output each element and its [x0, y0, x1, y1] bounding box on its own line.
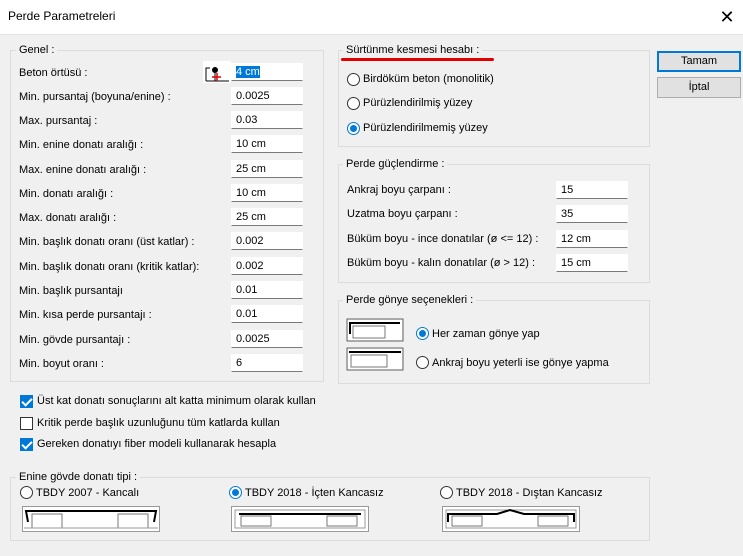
radio-label[interactable]: Her zaman gönye yap [432, 328, 540, 340]
min-govde-pursantaji-input[interactable]: 0.0025 [231, 330, 303, 348]
min-donati-araligi-input[interactable]: 10 cm [231, 184, 303, 202]
ankraj-boyu-yeterli-radio[interactable] [416, 356, 429, 369]
checkbox-label[interactable]: Kritik perde başlık uzunluğunu tüm katla… [37, 417, 280, 429]
ankraj-boyu-carpani-input[interactable]: 15 [556, 181, 628, 199]
min-boyut-orani-input[interactable]: 6 [231, 354, 303, 372]
field-label: Max. donatı aralığı : [19, 212, 116, 224]
field-label: Büküm boyu - ince donatılar (ø <= 12) : [347, 233, 538, 245]
ust-kat-donati-checkbox[interactable] [20, 395, 33, 408]
close-button[interactable]: ✕ [714, 4, 740, 30]
field-label: Min. başlık donatı oranı (kritik katlar)… [19, 261, 199, 273]
cancel-button[interactable]: İptal [657, 77, 741, 98]
birdokum-radio[interactable] [347, 73, 360, 86]
radio-label[interactable]: Birdöküm beton (monolitik) [363, 73, 494, 85]
inner-unhooked-rebar-icon [231, 506, 369, 532]
field-label: Uzatma boyu çarpanı : [347, 208, 458, 220]
field-label: Ankraj boyu çarpanı : [347, 184, 451, 196]
cover-info-icon[interactable] [203, 61, 231, 83]
her-zaman-gonye-radio[interactable] [416, 327, 429, 340]
field-label: Min. pursantaj (boyuna/enine) : [19, 91, 171, 103]
max-donati-araligi-input[interactable]: 25 cm [231, 208, 303, 226]
field-label: Max. pursantaj : [19, 115, 97, 127]
genel-legend: Genel : [16, 44, 57, 56]
field-label: Min. kısa perde pursantajı : [19, 309, 152, 321]
field-label: Min. donatı aralığı : [19, 188, 113, 200]
enine-legend: Enine gövde donatı tipi : [16, 471, 140, 483]
radio-label[interactable]: Pürüzlendirilmiş yüzey [363, 97, 472, 109]
min-baslik-donati-orani-kritik-input[interactable]: 0.002 [231, 257, 303, 275]
field-label: Min. başlık pursantajı [19, 285, 123, 297]
field-label: Büküm boyu - kalın donatılar (ø > 12) : [347, 257, 535, 269]
puruzlendirilmis-radio[interactable] [347, 97, 360, 110]
puruzlendirilmemis-radio[interactable] [347, 122, 360, 135]
close-icon: ✕ [719, 7, 734, 27]
tbdy-2007-radio[interactable] [20, 486, 33, 499]
min-baslik-pursantaji-input[interactable]: 0.01 [231, 281, 303, 299]
radio-label[interactable]: TBDY 2007 - Kancalı [36, 487, 139, 499]
field-label: Min. gövde pursantajı : [19, 334, 130, 346]
tbdy-2018-distan-radio[interactable] [440, 486, 453, 499]
title-bar: Perde Parametreleri ✕ [0, 0, 743, 34]
dialog-body: Genel : Beton örtüsü : 4 cm Min. pursant… [0, 34, 743, 556]
ok-button[interactable]: Tamam [657, 51, 741, 72]
radio-label[interactable]: TBDY 2018 - İçten Kancasız [245, 487, 384, 499]
surtunme-legend: Sürtünme kesmesi hesabı : [343, 44, 482, 56]
fiber-modeli-checkbox[interactable] [20, 438, 33, 451]
tbdy-2018-icten-radio[interactable] [229, 486, 242, 499]
gonye-legend: Perde gönye seçenekleri : [343, 294, 476, 306]
kritik-perde-baslik-checkbox[interactable] [20, 417, 33, 430]
highlight-underline [341, 58, 494, 61]
hooked-rebar-icon [22, 506, 160, 532]
field-label: Max. enine donatı aralığı : [19, 164, 146, 176]
radio-label[interactable]: TBDY 2018 - Dıştan Kancasız [456, 487, 603, 499]
field-label: Beton örtüsü : [19, 67, 88, 79]
min-pursantaj-input[interactable]: 0.0025 [231, 87, 303, 105]
checkbox-label[interactable]: Gereken donatıyı fiber modeli kullanarak… [37, 438, 276, 450]
min-kisa-perde-pursantaji-input[interactable]: 0.01 [231, 305, 303, 323]
window-title: Perde Parametreleri [8, 9, 115, 23]
max-pursantaj-input[interactable]: 0.03 [231, 111, 303, 129]
uzatma-boyu-carpani-input[interactable]: 35 [556, 205, 628, 223]
field-label: Min. boyut oranı : [19, 358, 104, 370]
beton-ortusu-input[interactable]: 4 cm [231, 63, 303, 81]
field-label: Min. başlık donatı oranı (üst katlar) : [19, 236, 194, 248]
outer-unhooked-rebar-icon [442, 506, 580, 532]
miter-conditional-icon [346, 347, 404, 371]
min-enine-donati-araligi-input[interactable]: 10 cm [231, 135, 303, 153]
checkbox-label[interactable]: Üst kat donatı sonuçlarını alt katta min… [37, 395, 316, 407]
guclendirme-legend: Perde güçlendirme : [343, 158, 447, 170]
radio-label[interactable]: Ankraj boyu yeterli ise gönye yapma [432, 357, 609, 369]
radio-label[interactable]: Pürüzlendirilmemiş yüzey [363, 122, 488, 134]
field-label: Min. enine donatı aralığı : [19, 139, 143, 151]
bukum-boyu-ince-input[interactable]: 12 cm [556, 230, 628, 248]
bukum-boyu-kalin-input[interactable]: 15 cm [556, 254, 628, 272]
max-enine-donati-araligi-input[interactable]: 25 cm [231, 160, 303, 178]
miter-always-icon [346, 318, 404, 342]
min-baslik-donati-orani-ust-input[interactable]: 0.002 [231, 232, 303, 250]
